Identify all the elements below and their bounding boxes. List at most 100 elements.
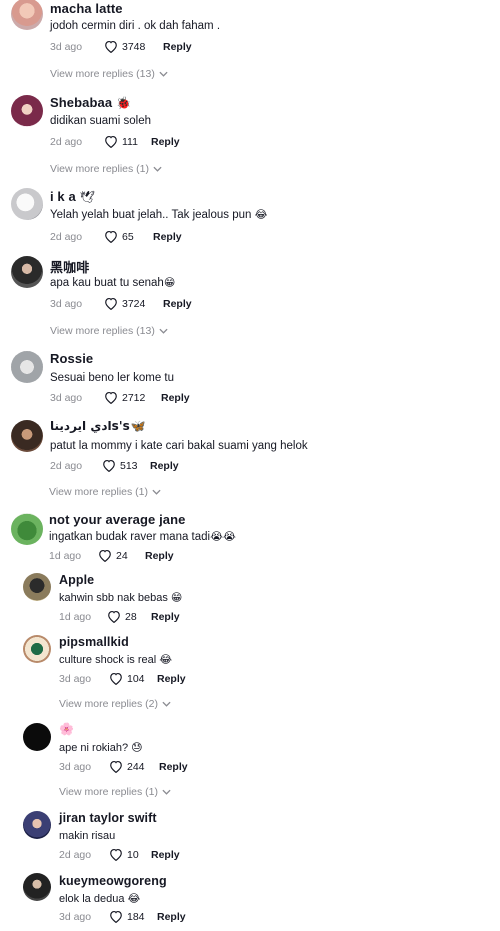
view-more-replies[interactable]: View more replies (1) (49, 486, 161, 498)
grinning-emoji-icon: 😁 (163, 276, 176, 289)
comment-text: patut la mommy i kate cari bakal suami y… (50, 440, 308, 452)
avatar[interactable] (11, 95, 43, 127)
heart-icon (109, 760, 123, 773)
comment-text-body: Yelah yelah buat jelah.. Tak jealous pun (50, 209, 252, 221)
comment-text-body: kahwin sbb nak bebas (59, 592, 168, 604)
comment-text: elok la dedua 😂 (59, 892, 140, 905)
view-more-replies[interactable]: View more replies (1) (59, 786, 171, 798)
reply-button[interactable]: Reply (159, 761, 188, 773)
reply-button[interactable]: Reply (151, 136, 180, 148)
comment-text-body: ape ni rokiah? (59, 742, 129, 754)
comment-age: 3d ago (59, 673, 92, 685)
avatar[interactable] (11, 420, 43, 452)
chevron-down-icon (162, 701, 171, 707)
like-button[interactable]: 244 (109, 760, 145, 773)
username-text: Shebabaa (50, 95, 113, 110)
like-button[interactable]: 3724 (104, 297, 145, 310)
like-count: 24 (116, 549, 128, 562)
heart-icon (104, 391, 118, 404)
comment-username[interactable]: not your average jane (49, 512, 185, 527)
heart-icon (107, 610, 121, 623)
like-count: 65 (122, 230, 134, 243)
like-button[interactable]: 65 (104, 230, 134, 243)
reply-button[interactable]: Reply (161, 392, 190, 404)
butterfly-icon: 🦋 (130, 419, 146, 433)
like-button[interactable]: 184 (109, 910, 145, 923)
reply-button[interactable]: Reply (145, 550, 174, 562)
comment-text: apa kau buat tu senah😁 (50, 276, 175, 289)
avatar[interactable] (23, 723, 51, 751)
comment-username[interactable]: macha latte (50, 1, 123, 16)
heart-icon (104, 40, 118, 53)
comment-text: didikan suami soleh (50, 115, 152, 127)
chevron-down-icon (159, 328, 168, 334)
view-more-replies[interactable]: View more replies (13) (50, 325, 168, 337)
heart-icon (98, 549, 112, 562)
avatar[interactable] (23, 573, 51, 601)
reply-button[interactable]: Reply (151, 611, 180, 623)
comment-age: 1d ago (49, 550, 82, 562)
view-more-replies[interactable]: View more replies (2) (59, 698, 171, 710)
like-count: 104 (127, 672, 145, 685)
view-more-label: View more replies (13) (50, 68, 155, 80)
reply-button[interactable]: Reply (151, 849, 180, 861)
like-button[interactable]: 28 (107, 610, 137, 623)
avatar[interactable] (11, 0, 43, 30)
avatar[interactable] (11, 351, 43, 383)
chevron-down-icon (153, 166, 162, 172)
like-button[interactable]: 513 (102, 459, 138, 472)
avatar[interactable] (11, 513, 43, 545)
comment-username[interactable]: Rossie (50, 351, 93, 366)
reply-button[interactable]: Reply (150, 460, 179, 472)
comment-text: Yelah yelah buat jelah.. Tak jealous pun… (50, 208, 267, 221)
reply-button[interactable]: Reply (157, 673, 186, 685)
comment-text-body: culture shock is real (59, 654, 157, 666)
view-more-replies[interactable]: View more replies (1) (50, 163, 162, 175)
laughing-emoji-icon: 😂 (127, 892, 141, 905)
reply-button[interactable]: Reply (153, 231, 182, 243)
like-count: 244 (127, 760, 145, 773)
grinning-emoji-icon: 😁 (170, 591, 183, 604)
comment-age: 2d ago (50, 231, 83, 243)
comment-username[interactable]: i k a 🕊 (50, 189, 95, 204)
like-button[interactable]: 3748 (104, 40, 145, 53)
comment-username[interactable]: jiran taylor swift (59, 811, 157, 825)
laughing-emoji-icon: 😂 (254, 208, 268, 221)
comment-username[interactable]: kueymeowgoreng (59, 874, 167, 888)
comment-username[interactable]: ادي ايرديناs's🦋 (50, 419, 146, 433)
like-button[interactable]: 111 (104, 135, 138, 148)
reply-button[interactable]: Reply (163, 41, 192, 53)
comment-age: 2d ago (59, 849, 92, 861)
view-more-replies[interactable]: View more replies (13) (50, 68, 168, 80)
avatar[interactable] (23, 635, 51, 663)
comment-username[interactable]: Shebabaa 🐞 (50, 95, 131, 110)
comment-age: 2d ago (50, 460, 83, 472)
heart-icon (104, 135, 118, 148)
crying-emoji-icon: 😭😭 (210, 530, 236, 543)
avatar[interactable] (23, 873, 51, 901)
like-button[interactable]: 24 (98, 549, 128, 562)
comment-age: 3d ago (50, 41, 83, 53)
chevron-down-icon (152, 489, 161, 495)
like-button[interactable]: 10 (109, 848, 139, 861)
avatar[interactable] (23, 811, 51, 839)
comment-username[interactable]: pipsmallkid (59, 635, 129, 649)
chevron-down-icon (159, 71, 168, 77)
reply-button[interactable]: Reply (163, 298, 192, 310)
comment-username[interactable]: 🌸 (59, 722, 74, 736)
comment-username[interactable]: 黑咖啡 (50, 257, 89, 276)
sweat-emoji-icon: 😓 (131, 741, 143, 754)
heart-icon (109, 848, 123, 861)
like-button[interactable]: 104 (109, 672, 145, 685)
comment-username[interactable]: Apple (59, 573, 94, 587)
heart-icon (109, 672, 123, 685)
comment-text-body: ingatkan budak raver mana tadi (49, 531, 211, 543)
avatar[interactable] (11, 188, 43, 220)
like-count: 513 (120, 459, 138, 472)
comment-text: kahwin sbb nak bebas 😁 (59, 591, 182, 604)
like-button[interactable]: 2712 (104, 391, 145, 404)
avatar[interactable] (11, 256, 43, 288)
view-more-label: View more replies (1) (49, 486, 149, 498)
reply-button[interactable]: Reply (157, 911, 186, 923)
comment-age: 2d ago (50, 136, 83, 148)
